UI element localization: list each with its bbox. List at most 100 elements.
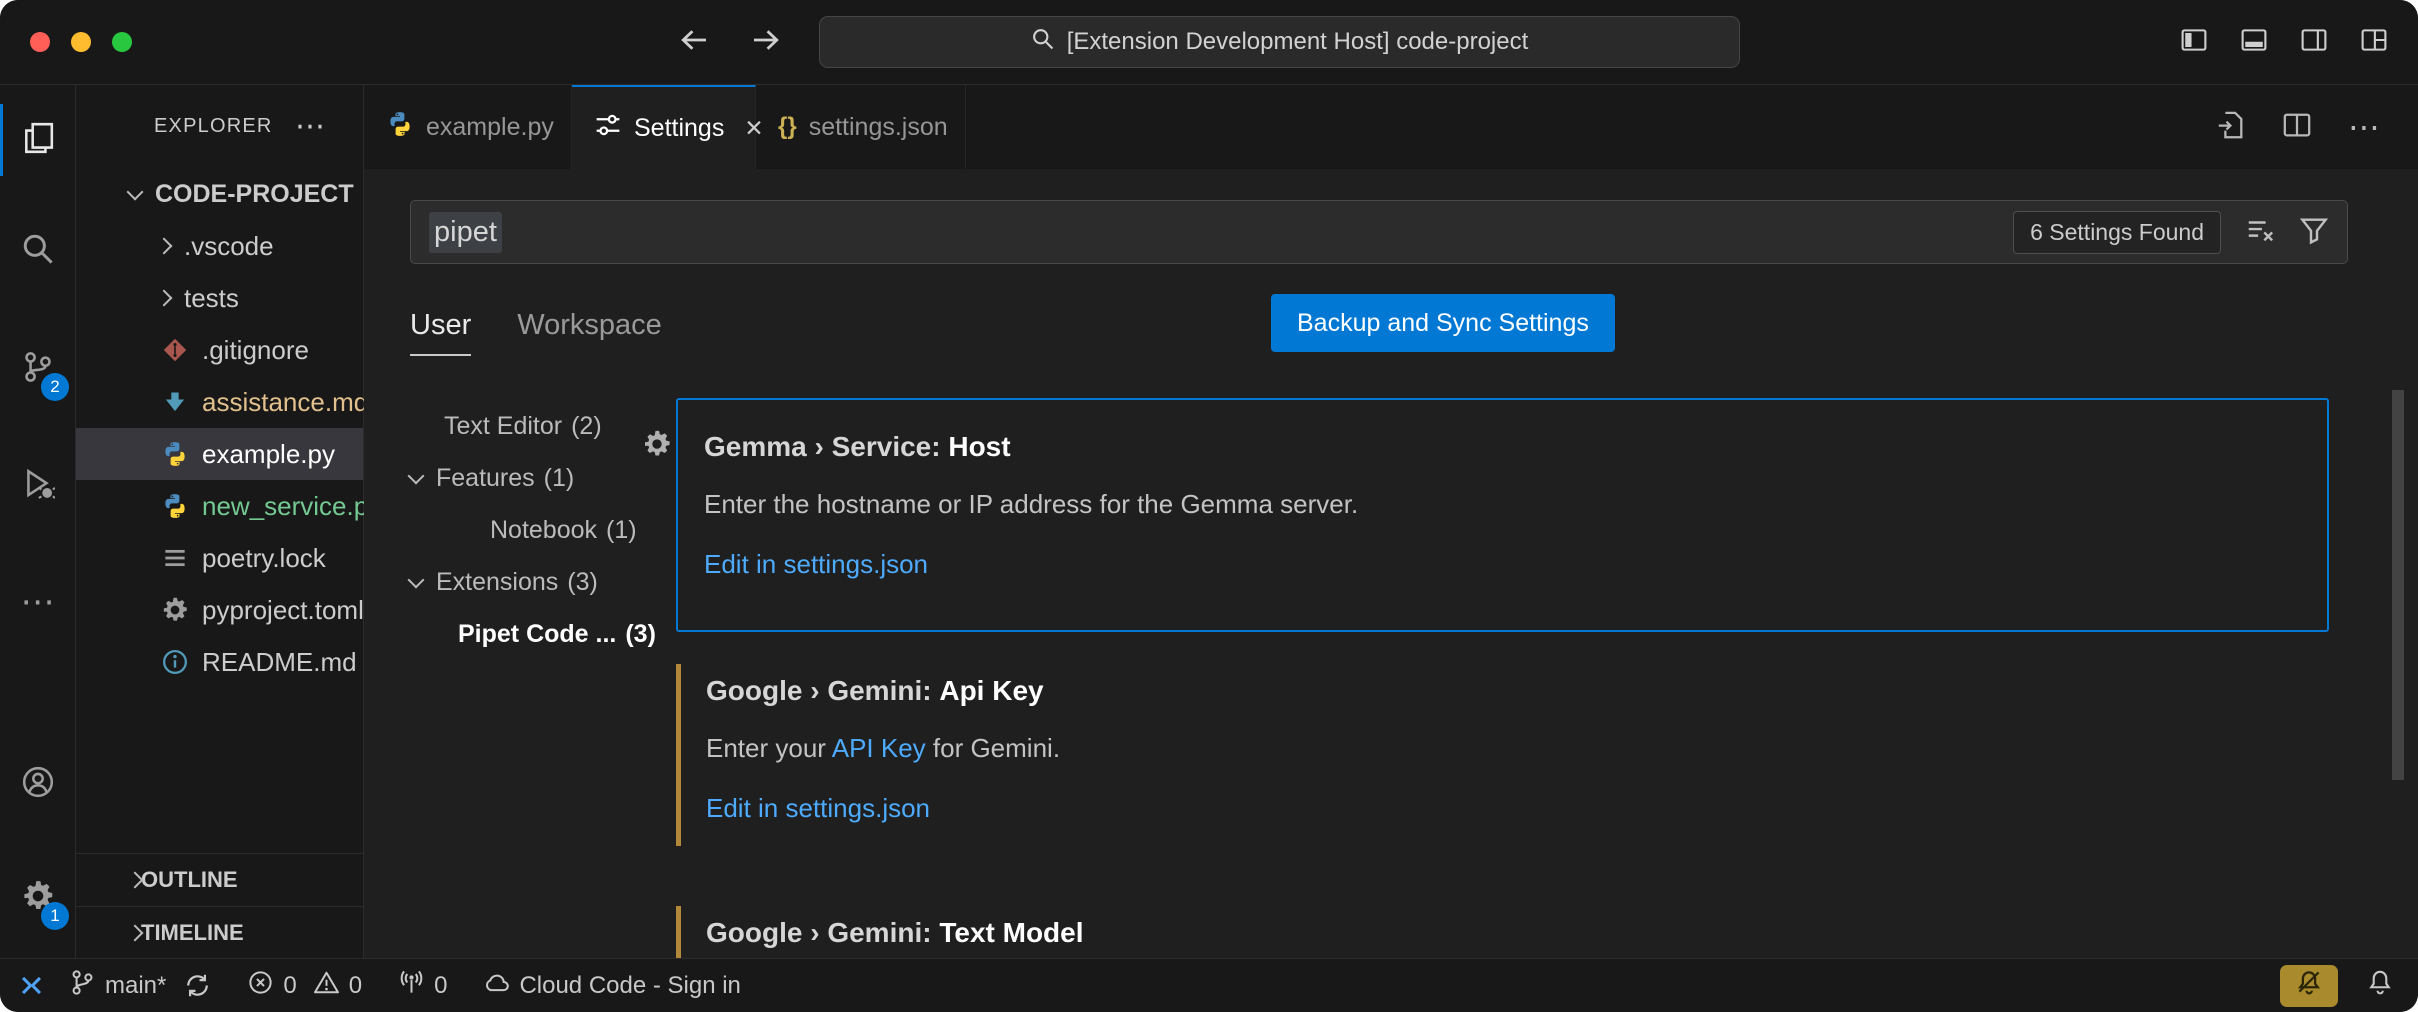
- setting-row-google-gemini-api-key[interactable]: Google › Gemini: Api Key Enter your API …: [676, 660, 2329, 856]
- title-bar: [Extension Development Host] code-projec…: [0, 0, 2418, 85]
- sidebar-item-source-control[interactable]: 2: [0, 333, 75, 405]
- back-arrow-icon[interactable]: [678, 24, 710, 61]
- open-settings-json-icon[interactable]: [2216, 110, 2246, 145]
- notifications-bell-icon[interactable]: [2366, 968, 2394, 1003]
- branch-icon: [69, 969, 96, 1003]
- chevron-right-icon: [156, 290, 173, 307]
- sidebar-title: EXPLORER: [154, 115, 273, 138]
- toml-gear-file-icon: [160, 595, 190, 625]
- edit-in-settings-json-link[interactable]: Edit in settings.json: [704, 548, 2327, 580]
- python-file-icon: [386, 110, 414, 145]
- scope-tab-workspace[interactable]: Workspace: [517, 309, 662, 356]
- toggle-panel-icon[interactable]: [2240, 26, 2268, 59]
- modified-indicator: [676, 664, 681, 846]
- settings-toc: Text Editor(2) Features(1) Notebook(1) E…: [410, 400, 642, 660]
- warnings-status[interactable]: 0: [313, 969, 362, 1003]
- settings-search-input[interactable]: pipet 6 Settings Found: [410, 200, 2348, 264]
- json-braces-icon: {}: [778, 113, 797, 141]
- tree-item-gitignore[interactable]: .gitignore: [76, 324, 363, 376]
- toggle-primary-sidebar-icon[interactable]: [2180, 26, 2208, 59]
- forward-arrow-icon[interactable]: [750, 24, 782, 61]
- explorer-more-actions-icon[interactable]: ⋯: [295, 109, 325, 144]
- manage-settings-button[interactable]: 1: [0, 862, 75, 934]
- edit-in-settings-json-link[interactable]: Edit in settings.json: [706, 792, 2329, 824]
- python-file-icon: [160, 491, 190, 521]
- ellipsis-icon: ⋯: [21, 585, 55, 619]
- warning-icon: [313, 969, 340, 1003]
- clear-filters-icon[interactable]: [2245, 215, 2275, 250]
- toc-item-pipet-code[interactable]: Pipet Code ...(3): [410, 608, 642, 660]
- errors-status[interactable]: 0: [247, 969, 296, 1003]
- cloud-code-status[interactable]: Cloud Code - Sign in: [483, 969, 740, 1003]
- toggle-secondary-sidebar-icon[interactable]: [2300, 26, 2328, 59]
- status-bar: main* 0 0 0 Cloud Code - Sign in: [0, 958, 2418, 1012]
- tree-item-readme-md[interactable]: README.md: [76, 636, 363, 688]
- toc-item-text-editor[interactable]: Text Editor(2): [410, 400, 642, 452]
- search-icon: [21, 232, 55, 271]
- git-branch-status[interactable]: main*: [69, 969, 166, 1003]
- chevron-right-icon: [156, 238, 173, 255]
- scope-tab-user[interactable]: User: [410, 309, 471, 356]
- git-file-icon: [160, 335, 190, 365]
- tab-settings-json[interactable]: {} settings.json: [756, 85, 966, 169]
- timeline-section-header[interactable]: TIMELINE: [76, 906, 363, 959]
- chevron-down-icon: [408, 572, 425, 589]
- tree-item-new-service-py[interactable]: new_service.py U: [76, 480, 363, 532]
- do-not-disturb-indicator[interactable]: [2280, 965, 2338, 1007]
- filter-funnel-icon[interactable]: [2299, 215, 2329, 250]
- close-window-button[interactable]: [30, 32, 50, 52]
- explorer-sidebar: EXPLORER ⋯ CODE-PROJECT .vscode tests .g…: [76, 85, 364, 958]
- chevron-down-icon: [127, 184, 144, 201]
- setting-description: Enter the hostname or IP address for the…: [704, 488, 2327, 520]
- sidebar-item-run-debug[interactable]: [0, 450, 75, 522]
- tree-item-pyproject-toml[interactable]: pyproject.toml: [76, 584, 363, 636]
- cloud-icon: [483, 969, 510, 1003]
- chevron-down-icon: [408, 468, 425, 485]
- tree-item-poetry-lock[interactable]: poetry.lock: [76, 532, 363, 584]
- sidebar-item-search[interactable]: [0, 215, 75, 287]
- toc-item-features[interactable]: Features(1): [410, 452, 642, 504]
- scm-badge: 2: [41, 373, 69, 401]
- sidebar-item-explorer[interactable]: [0, 104, 75, 176]
- sync-changes-icon[interactable]: [184, 972, 211, 999]
- info-file-icon: [160, 647, 190, 677]
- api-key-link[interactable]: API Key: [832, 733, 926, 763]
- toc-item-extensions[interactable]: Extensions(3): [410, 556, 642, 608]
- tree-root-code-project[interactable]: CODE-PROJECT: [76, 168, 363, 220]
- tab-settings[interactable]: Settings ✕: [572, 85, 756, 169]
- setting-actions-gear-icon[interactable]: [642, 429, 672, 459]
- setting-row-google-gemini-text-model[interactable]: Google › Gemini: Text Model: [676, 902, 2329, 958]
- markdown-file-icon: [160, 387, 190, 417]
- toc-item-notebook[interactable]: Notebook(1): [410, 504, 642, 556]
- tree-item-example-py[interactable]: example.py: [76, 428, 363, 480]
- maximize-window-button[interactable]: [112, 32, 132, 52]
- tree-item-assistance-md[interactable]: assistance.md M: [76, 376, 363, 428]
- file-tree: CODE-PROJECT .vscode tests .gitignore as…: [76, 168, 363, 688]
- editor-tab-bar: example.py Settings ✕ {} settings.json ⋯: [364, 85, 2418, 169]
- minimize-window-button[interactable]: [71, 32, 91, 52]
- tree-item-vscode[interactable]: .vscode: [76, 220, 363, 272]
- modified-indicator: [676, 906, 681, 958]
- more-actions-icon[interactable]: ⋯: [2348, 108, 2380, 146]
- tab-example-py[interactable]: example.py: [364, 85, 572, 169]
- editor-scrollbar[interactable]: [2392, 390, 2404, 780]
- search-icon: [1031, 27, 1055, 58]
- run-debug-icon: [21, 467, 55, 506]
- customize-layout-icon[interactable]: [2360, 26, 2388, 59]
- activity-bar: 2 ⋯ 1: [0, 85, 76, 958]
- tree-item-tests[interactable]: tests: [76, 272, 363, 324]
- remote-indicator-icon[interactable]: [18, 972, 45, 999]
- sidebar-item-more[interactable]: ⋯: [0, 566, 75, 638]
- command-center[interactable]: [Extension Development Host] code-projec…: [819, 16, 1740, 68]
- settings-badge: 1: [41, 902, 69, 930]
- setting-row-gemma-service-host[interactable]: Gemma › Service: Host Enter the hostname…: [676, 398, 2329, 632]
- split-editor-icon[interactable]: [2282, 110, 2312, 145]
- command-center-text: [Extension Development Host] code-projec…: [1067, 28, 1529, 56]
- setting-title: Google › Gemini: Api Key: [706, 674, 2329, 708]
- accounts-button[interactable]: [0, 748, 75, 820]
- backup-sync-settings-button[interactable]: Backup and Sync Settings: [1271, 294, 1615, 352]
- error-icon: [247, 969, 274, 1003]
- ports-status[interactable]: 0: [398, 969, 447, 1003]
- outline-section-header[interactable]: OUTLINE: [76, 853, 363, 906]
- traffic-lights: [30, 0, 132, 84]
